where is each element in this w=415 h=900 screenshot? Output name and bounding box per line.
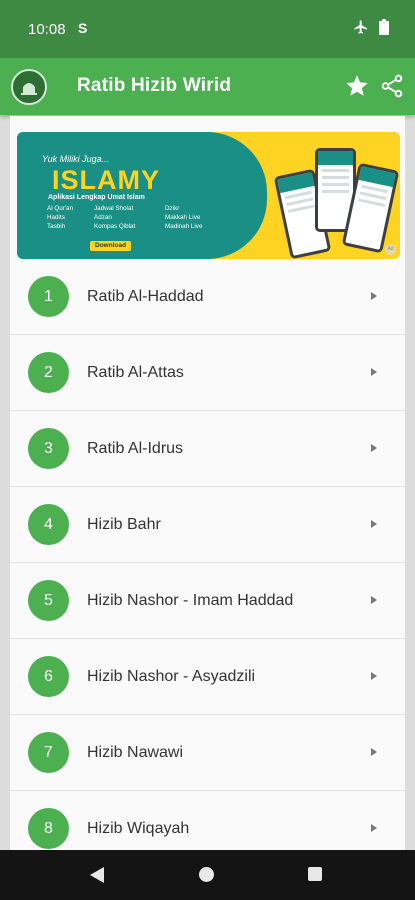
- status-indicator: S: [78, 20, 88, 36]
- system-nav-bar: [0, 850, 415, 900]
- home-icon[interactable]: [199, 867, 214, 882]
- item-label: Ratib Al-Idrus: [87, 440, 184, 457]
- banner-download-button[interactable]: Download: [90, 241, 132, 251]
- list-item[interactable]: 7 Hizib Nawawi: [10, 715, 405, 791]
- banner-title: ISLAMY: [52, 165, 161, 195]
- item-number-badge: 7: [28, 732, 69, 773]
- phone-screen-header: [318, 151, 353, 165]
- status-icons: [353, 19, 389, 35]
- list-item[interactable]: 3 Ratib Al-Idrus: [10, 411, 405, 487]
- item-label: Hizib Nashor - Asyadzili: [87, 668, 256, 685]
- banner-feature: Makkah Live: [165, 214, 201, 221]
- item-number-badge: 2: [28, 352, 69, 393]
- list-item[interactable]: 4 Hizib Bahr: [10, 487, 405, 563]
- phone-screen-header: [358, 166, 396, 188]
- banner-subtitle: Aplikasi Lengkap Umat Islam: [48, 194, 145, 201]
- list-item[interactable]: 1 Ratib Al-Haddad: [10, 259, 405, 335]
- chevron-right-icon: [371, 292, 377, 300]
- recents-icon[interactable]: [308, 867, 322, 881]
- chevron-right-icon: [371, 368, 377, 376]
- chevron-right-icon: [371, 596, 377, 604]
- item-number-badge: 3: [28, 428, 69, 469]
- banner-feature: Jadwal Sholat: [94, 205, 134, 212]
- banner-feature: Tasbih: [47, 223, 66, 230]
- item-number-badge: 5: [28, 580, 69, 621]
- status-time: 10:08: [28, 21, 66, 38]
- item-number-badge: 4: [28, 504, 69, 545]
- content-area: Yuk Miliki Juga... ISLAMY Aplikasi Lengk…: [10, 116, 405, 850]
- airplane-mode-icon: [354, 20, 367, 34]
- banner-kicker: Yuk Miliki Juga...: [42, 154, 110, 164]
- list-item[interactable]: 6 Hizib Nashor - Asyadzili: [10, 639, 405, 715]
- chevron-right-icon: [371, 672, 377, 680]
- banner-feature: Al Qur'an: [47, 205, 74, 212]
- item-label: Hizib Nashor - Imam Haddad: [87, 592, 294, 609]
- chevron-right-icon: [371, 444, 377, 452]
- item-label: Hizib Wiqayah: [87, 820, 190, 837]
- list-item[interactable]: 2 Ratib Al-Attas: [10, 335, 405, 411]
- banner-feature: Hadits: [47, 214, 65, 221]
- app-title: Ratib Hizib Wirid: [77, 75, 232, 96]
- item-label: Ratib Al-Haddad: [87, 288, 204, 305]
- wirid-list: 1 Ratib Al-Haddad 2 Ratib Al-Attas 3 Rat…: [10, 259, 405, 850]
- chevron-right-icon: [371, 520, 377, 528]
- list-item[interactable]: 8 Hizib Wiqayah: [10, 791, 405, 850]
- share-icon[interactable]: [379, 73, 405, 99]
- item-label: Hizib Nawawi: [87, 744, 184, 761]
- chevron-right-icon: [371, 824, 377, 832]
- item-number-badge: 6: [28, 656, 69, 697]
- app-bar: Ratib Hizib Wirid: [0, 58, 415, 115]
- item-number-badge: 1: [28, 276, 69, 317]
- banner-feature: Dzikr: [165, 205, 180, 212]
- ad-badge: Ad: [385, 244, 396, 255]
- back-icon[interactable]: [89, 866, 105, 884]
- item-label: Hizib Bahr: [87, 516, 161, 533]
- mosque-logo-icon: [21, 83, 37, 95]
- item-number-badge: 8: [28, 808, 69, 849]
- star-icon[interactable]: [344, 73, 370, 99]
- banner-feature: Adzan: [94, 214, 112, 221]
- banner-feature: Kompas Qiblat: [94, 223, 136, 230]
- list-item[interactable]: 5 Hizib Nashor - Imam Haddad: [10, 563, 405, 639]
- status-bar: 10:08 S: [0, 0, 415, 58]
- item-label: Ratib Al-Attas: [87, 364, 184, 381]
- ad-banner[interactable]: Yuk Miliki Juga... ISLAMY Aplikasi Lengk…: [17, 132, 400, 259]
- battery-icon: [379, 19, 389, 35]
- chevron-right-icon: [371, 748, 377, 756]
- banner-feature: Madinah Live: [165, 223, 203, 230]
- app-logo: [11, 69, 47, 105]
